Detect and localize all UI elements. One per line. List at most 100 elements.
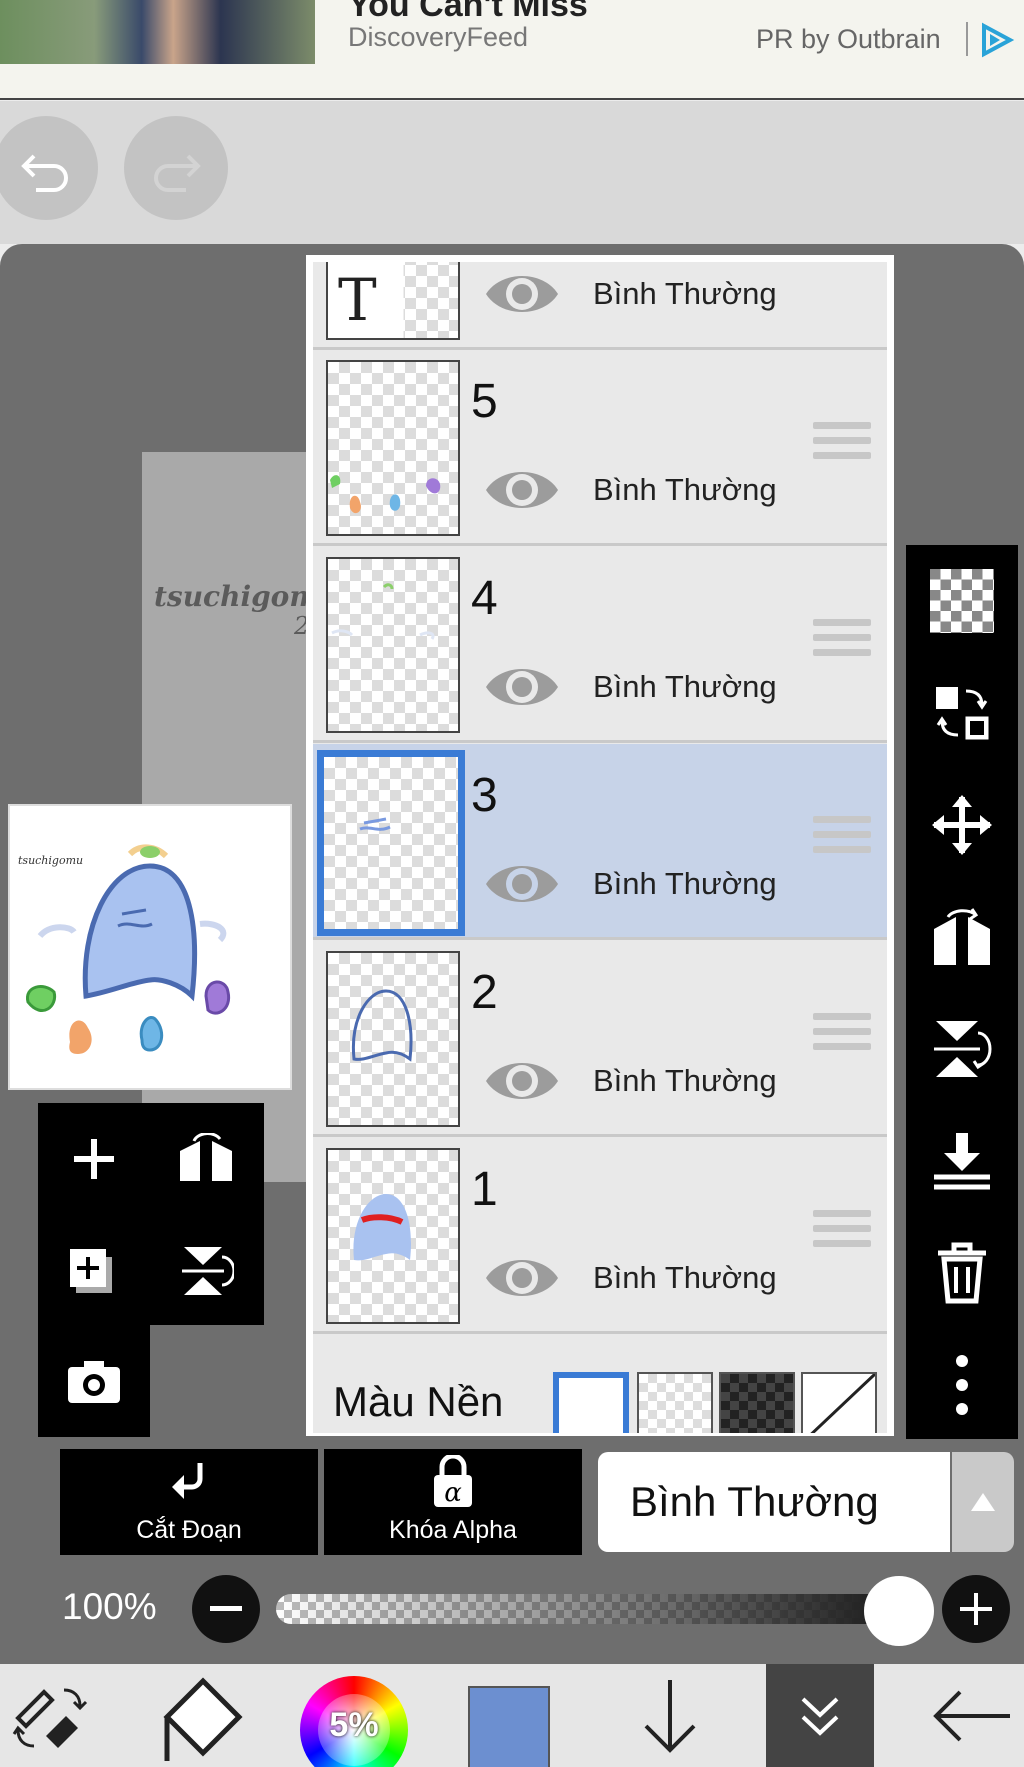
alpha-lock-button[interactable]: α Khóa Alpha [324,1449,582,1555]
camera-button[interactable] [38,1325,150,1437]
eye-icon[interactable] [483,1053,561,1109]
current-color-swatch[interactable] [468,1686,550,1767]
opacity-slider[interactable] [276,1594,904,1624]
flip-vertical-icon [182,1247,234,1295]
outbrain-icon[interactable] [976,20,1016,60]
layer-blend-mode: Bình Thường [593,1260,777,1295]
canvas-preview[interactable]: tsuchigomu [8,804,292,1090]
lock-icon: α [434,1455,472,1508]
ad-banner[interactable]: You Can't Miss DiscoveryFeed PR by Outbr… [0,0,1024,100]
delete-layer-button[interactable] [906,1217,1018,1329]
plus-icon [960,1593,992,1625]
svg-text:α: α [444,1478,462,1508]
layer-name: 5 [471,375,498,428]
drag-handle-icon[interactable] [813,816,871,862]
ad-image[interactable] [0,0,315,64]
layer-panel[interactable]: T Bình Thường 5 Bình Thường 4 Bình Thườn… [306,255,894,1436]
left-tool-panel-2 [38,1325,150,1437]
layer-down-button[interactable] [620,1664,720,1767]
move-icon [932,795,992,855]
layer-row-2[interactable]: 2 Bình Thường [313,941,887,1137]
eye-icon[interactable] [483,1250,561,1306]
flip-horizontal-button[interactable] [906,881,1018,993]
layer-5-thumbnail-art [330,475,441,514]
layer-1-thumbnail-art [353,1194,411,1261]
background-white-swatch[interactable] [553,1372,629,1433]
layer-thumbnail[interactable] [326,951,460,1127]
layer-blend-mode: Bình Thường [593,669,777,704]
swap-layer-button[interactable] [906,657,1018,769]
more-vertical-icon [956,1355,968,1415]
layer-row-text[interactable]: T Bình Thường [313,262,887,350]
layer-3-thumbnail-art [359,817,391,831]
duplicate-icon [70,1249,112,1293]
text-layer-glyph: T [338,266,377,334]
flip-horizontal-icon [934,908,990,965]
trash-icon [938,1242,986,1304]
merge-down-button[interactable] [906,1105,1018,1217]
eye-icon[interactable] [483,856,561,912]
layer-blend-mode: Bình Thường [593,472,777,507]
opacity-decrease-button[interactable] [192,1575,260,1643]
layer-thumbnail[interactable]: T [326,262,460,340]
transparency-button[interactable] [906,545,1018,657]
layer-row-5[interactable]: 5 Bình Thường [313,350,887,546]
redo-button[interactable] [124,116,228,220]
undo-icon [21,154,68,192]
no-color-icon [810,1372,877,1433]
eye-icon[interactable] [483,659,561,715]
layer-thumbnail[interactable] [317,750,465,936]
drag-handle-icon[interactable] [813,422,871,468]
opacity-value: 100% [62,1586,157,1627]
clipping-label: Cắt Đoạn [136,1516,242,1544]
layer-list[interactable]: T Bình Thường 5 Bình Thường 4 Bình Thườn… [313,262,887,1433]
layer-thumbnail[interactable] [326,360,460,536]
background-none-swatch[interactable] [801,1372,877,1433]
layer-thumbnail[interactable] [326,557,460,733]
add-layer-button[interactable] [38,1103,150,1215]
opacity-slider-thumb[interactable] [864,1576,934,1646]
right-tool-panel [906,545,1018,1439]
layer-thumbnail[interactable] [326,1148,460,1324]
swap-icon [936,687,989,740]
move-button[interactable] [906,769,1018,881]
arrow-left-icon [933,1690,1010,1741]
flip-vertical-button[interactable] [906,993,1018,1105]
camera-icon [68,1361,120,1403]
merge-down-icon [934,1133,990,1190]
transparency-icon [930,569,994,633]
plus-icon [74,1139,114,1179]
drag-handle-icon[interactable] [813,619,871,665]
clipping-button[interactable]: Cắt Đoạn [60,1449,318,1555]
opacity-increase-button[interactable] [942,1575,1010,1643]
eye-icon[interactable] [483,462,561,518]
drag-handle-icon[interactable] [813,1013,871,1059]
eye-icon[interactable] [483,266,561,322]
layer-row-4[interactable]: 4 Bình Thường [313,547,887,743]
layer-row-3[interactable]: 3 Bình Thường [313,744,887,940]
back-button[interactable] [920,1664,1024,1767]
redo-icon [154,154,201,192]
flip-layer-horizontal-button[interactable] [150,1103,262,1215]
more-options-button[interactable] [906,1329,1018,1441]
ad-divider [966,22,968,56]
fill-tool-button[interactable] [150,1664,250,1767]
chevron-double-down-icon [801,1697,839,1736]
blend-mode-select[interactable]: Bình Thường [598,1452,950,1552]
ad-sponsor[interactable]: PR by Outbrain [756,24,941,55]
brush-size-label: 5% [329,1706,379,1744]
preview-drawing: tsuchigomu [18,844,231,1054]
minus-icon [210,1606,242,1611]
collapse-panel-button[interactable] [766,1664,874,1767]
background-dark-swatch[interactable] [719,1372,795,1433]
tool-switch-button[interactable] [0,1664,100,1767]
layer-row-1[interactable]: 1 Bình Thường [313,1138,887,1334]
layer-2-thumbnail-art [351,989,413,1062]
background-label: Màu Nền [333,1378,504,1425]
clip-arrow-icon [172,1463,203,1499]
blend-mode-dropdown-button[interactable] [952,1452,1014,1552]
flip-layer-vertical-button[interactable] [150,1215,262,1327]
duplicate-layer-button[interactable] [38,1215,150,1327]
background-transparent-swatch[interactable] [637,1372,713,1433]
drag-handle-icon[interactable] [813,1210,871,1256]
